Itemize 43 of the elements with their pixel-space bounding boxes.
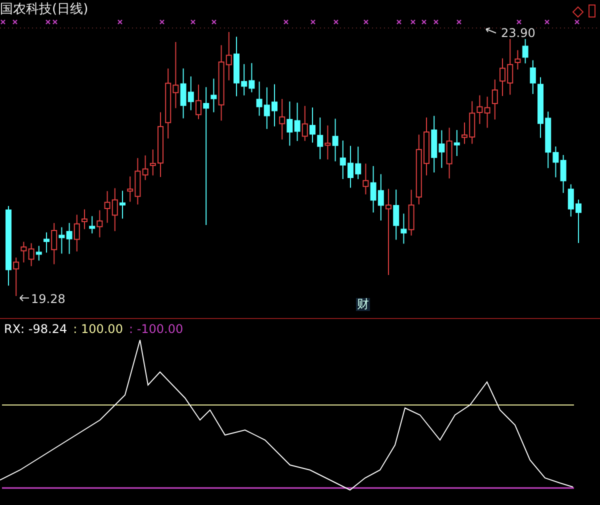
cross-icon	[283, 19, 289, 25]
cross-icon	[363, 19, 369, 25]
cross-icon	[433, 19, 439, 25]
cross-icon	[211, 19, 217, 25]
cross-icon	[396, 19, 402, 25]
candlestick	[424, 116, 430, 176]
high-price-label: 23.90	[501, 27, 536, 39]
candlestick	[538, 76, 544, 138]
indicator-value: RX: -98.24	[4, 323, 68, 335]
candlestick	[158, 112, 164, 178]
cross-icon	[333, 19, 339, 25]
cross-icon	[190, 19, 196, 25]
cross-icon	[421, 19, 427, 25]
candlestick	[44, 232, 50, 254]
cross-icon	[310, 19, 316, 25]
cross-icon	[159, 19, 165, 25]
square-icon	[588, 4, 596, 18]
cross-icon	[574, 19, 580, 25]
candlestick	[196, 84, 202, 120]
stock-title: 国农科技(日线)	[0, 3, 88, 16]
finance-marker: 财	[356, 298, 370, 312]
candlestick	[82, 208, 88, 230]
diamond-icon	[572, 6, 584, 18]
cross-icon	[12, 19, 18, 25]
arrow-icon	[486, 28, 496, 34]
candlestick	[120, 190, 126, 220]
indicator-value: : -100.00	[128, 323, 184, 335]
cross-icon	[0, 19, 6, 25]
low-price-label: 19.28	[31, 293, 66, 305]
candlestick	[234, 36, 240, 97]
cross-icon	[117, 19, 123, 25]
cross-icon	[516, 19, 522, 25]
candlestick	[500, 58, 506, 96]
arrow-icon	[20, 294, 30, 302]
cross-icon	[410, 19, 416, 25]
candlestick	[348, 145, 354, 188]
candlestick	[462, 122, 468, 144]
candlestick	[272, 84, 278, 127]
cross-icon	[456, 19, 462, 25]
cross-icon	[544, 19, 550, 25]
candlestick	[310, 107, 316, 144]
indicator-value: : 100.00	[73, 323, 123, 335]
candlestick	[576, 199, 582, 244]
